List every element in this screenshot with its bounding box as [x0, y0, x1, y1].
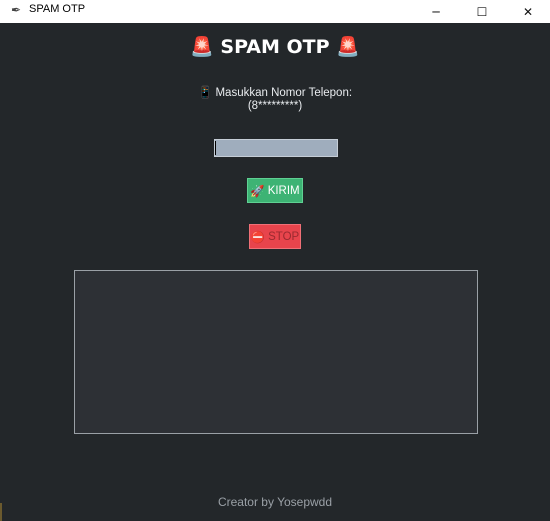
rocket-icon: 🚀 — [250, 185, 265, 198]
phone-prompt-line2: (8*********) — [247, 100, 303, 112]
send-button-label: KIRIM — [267, 184, 300, 197]
minimize-button[interactable]: ─ — [413, 0, 459, 23]
no-entry-icon: ⛔ — [250, 231, 266, 244]
feather-icon: ✒ — [11, 3, 22, 17]
window-title: SPAM OTP — [29, 3, 86, 15]
title-bar: ✒ SPAM OTP ─ ☐ ✕ — [0, 0, 550, 23]
page-title: 🚨 SPAM OTP 🚨 — [190, 36, 360, 58]
creator-credit: Creator by Yosepwdd — [217, 495, 333, 509]
stop-button[interactable]: ⛔ STOP — [249, 224, 301, 249]
phone-prompt-line1: 📱 Masukkan Nomor Telepon: — [197, 87, 353, 99]
text-cursor — [215, 141, 216, 155]
phone-number-input[interactable] — [214, 139, 338, 157]
log-output-area[interactable] — [74, 270, 478, 434]
close-button[interactable]: ✕ — [505, 0, 550, 23]
window-edge-artifact — [0, 503, 2, 521]
stop-button-label: STOP — [268, 230, 300, 243]
phone-prompt-label: 📱 Masukkan Nomor Telepon: (8*********) — [0, 87, 550, 113]
send-button[interactable]: 🚀 KIRIM — [247, 178, 303, 203]
maximize-button[interactable]: ☐ — [459, 0, 505, 23]
app-body: 🚨 SPAM OTP 🚨 📱 Masukkan Nomor Telepon: (… — [0, 23, 550, 521]
